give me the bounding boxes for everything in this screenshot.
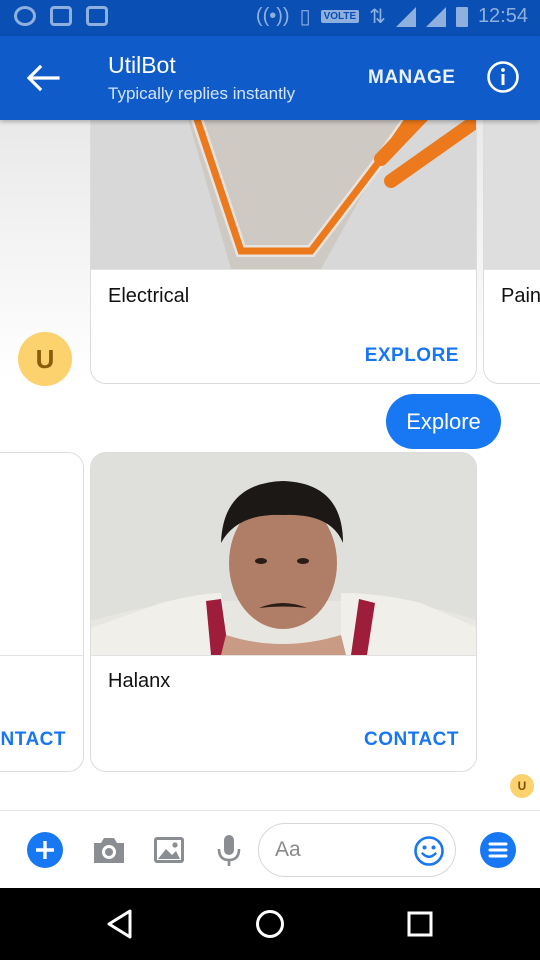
contact-card-halanx[interactable]: Halanx CONTACT <box>90 452 477 772</box>
plus-circle-icon[interactable] <box>26 831 64 869</box>
plug-illustration <box>91 120 476 269</box>
profile-photo <box>91 453 476 655</box>
card-title: Halanx <box>108 670 171 692</box>
service-card-electrical[interactable]: Electrical EXPLORE <box>90 120 477 384</box>
whatsapp-notification-icon <box>14 6 36 26</box>
contact-button[interactable]: CONTACT <box>364 729 459 751</box>
chat-header: UtilBot Typically replies instantly MANA… <box>0 36 540 120</box>
card-title: Pain <box>501 285 540 307</box>
signal-2-icon <box>425 6 446 27</box>
microphone-icon[interactable] <box>210 831 248 869</box>
smiley-icon[interactable] <box>413 835 445 867</box>
contact-card-previous[interactable]: NTACT <box>0 452 84 772</box>
vibrate-icon: ▯ <box>299 6 311 28</box>
read-receipt-avatar: U <box>510 774 534 798</box>
explore-button[interactable]: EXPLORE <box>365 345 459 367</box>
volte-badge: VOLTE <box>320 10 360 23</box>
clock: 12:54 <box>477 5 528 27</box>
chat-thread[interactable]: Electrical EXPLORE Pain U Explore NTACT <box>0 120 540 810</box>
data-arrows-icon: ⇅ <box>369 6 386 28</box>
plug-image <box>91 120 476 269</box>
signal-icon <box>395 6 416 27</box>
card-title: Electrical <box>108 285 190 307</box>
page-title[interactable]: UtilBot <box>108 52 176 79</box>
contact-image <box>0 453 83 655</box>
square-recents-icon[interactable] <box>402 906 438 942</box>
gallery-notification-icon <box>50 6 72 26</box>
menu-circle-icon[interactable] <box>479 831 517 869</box>
info-icon[interactable] <box>486 60 520 94</box>
bot-avatar: U <box>18 332 72 386</box>
message-input-container[interactable] <box>258 823 456 877</box>
manage-button[interactable]: MANAGE <box>368 67 455 89</box>
user-message-bubble[interactable]: Explore <box>386 394 501 449</box>
status-bar: ((•)) ▯ VOLTE ⇅ 12:54 <box>0 0 540 36</box>
hotspot-icon: ((•)) <box>255 5 290 27</box>
camera-icon[interactable] <box>90 831 128 869</box>
service-card-painting[interactable]: Pain <box>483 120 540 384</box>
triangle-back-icon[interactable] <box>102 906 138 942</box>
arrow-left-icon[interactable] <box>22 60 62 96</box>
screenshot-notification-icon <box>86 6 108 26</box>
page-subtitle: Typically replies instantly <box>108 84 296 103</box>
contact-button[interactable]: NTACT <box>1 729 66 751</box>
image-icon[interactable] <box>150 831 188 869</box>
painting-image <box>484 120 540 269</box>
battery-icon <box>455 6 468 27</box>
circle-home-icon[interactable] <box>252 906 288 942</box>
message-input[interactable] <box>275 836 405 864</box>
message-composer <box>0 810 540 888</box>
person-photo <box>91 453 476 655</box>
system-navigation-bar <box>0 888 540 960</box>
